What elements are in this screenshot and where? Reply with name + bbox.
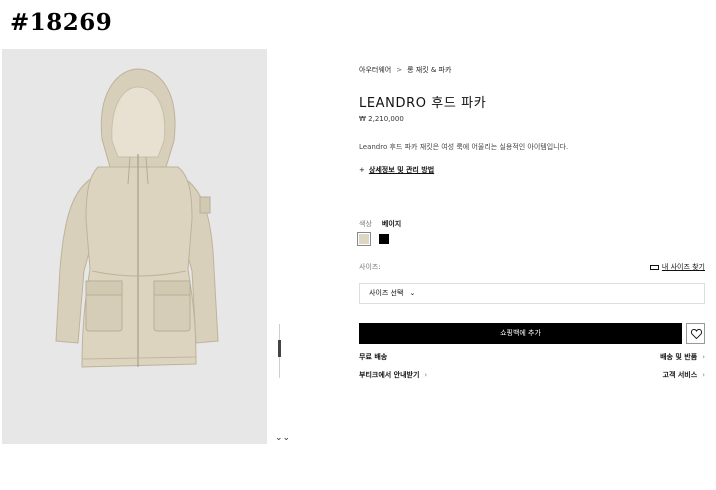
listing-tag: #18269 <box>10 9 113 36</box>
heart-icon <box>691 329 702 339</box>
breadcrumb-separator: > <box>396 66 403 74</box>
parka-image <box>55 68 219 368</box>
size-label: 사이즈: <box>359 263 381 271</box>
color-label-row: 색상 베이지 <box>359 219 401 229</box>
color-label: 색상 <box>359 220 372 228</box>
wishlist-button[interactable] <box>686 323 705 344</box>
details-care-link[interactable]: + 상세정보 및 관리 방법 <box>359 165 434 175</box>
shipping-returns-link[interactable]: 배송 및 반품 › <box>660 352 705 362</box>
ruler-icon <box>649 264 659 270</box>
chevron-right-icon: › <box>702 371 705 379</box>
plus-icon: + <box>359 166 365 174</box>
size-select[interactable]: 사이즈 선택 ⌄ <box>359 283 705 304</box>
size-guide-label: 내 사이즈 찾기 <box>661 263 705 271</box>
product-description: Leandro 후드 파카 재킷은 여성 룩에 어울리는 실용적인 아이템입니다… <box>359 143 569 151</box>
chevron-down-icon: ⌄ <box>409 289 416 297</box>
product-price: ₩ 2,210,000 <box>359 115 404 123</box>
free-shipping-text: 무료 배송 <box>359 353 388 361</box>
details-care-label: 상세정보 및 관리 방법 <box>368 166 435 174</box>
product-image[interactable] <box>2 49 267 444</box>
shipping-returns-label: 배송 및 반품 <box>660 353 698 361</box>
swatch-black[interactable] <box>379 234 389 244</box>
swatch-beige[interactable] <box>357 232 371 246</box>
chevron-right-icon: › <box>424 371 428 379</box>
boutique-guide-link[interactable]: 부티크에서 안내받기 › <box>359 370 427 380</box>
gallery-scrollbar-thumb[interactable] <box>278 340 281 357</box>
color-selected: 베이지 <box>381 220 402 228</box>
breadcrumb-long-jackets[interactable]: 롱 재킷 & 파카 <box>407 66 451 74</box>
customer-service-link[interactable]: 고객 서비스 › <box>663 370 705 380</box>
add-to-bag-button[interactable]: 쇼핑백에 추가 <box>359 323 682 344</box>
breadcrumb-outerwear[interactable]: 아우터웨어 <box>359 66 391 74</box>
breadcrumb: 아우터웨어 > 롱 재킷 & 파카 <box>359 65 451 75</box>
customer-service-label: 고객 서비스 <box>662 371 698 379</box>
double-chevron-down-icon[interactable]: ⌄⌄ <box>275 432 290 444</box>
boutique-guide-label: 부티크에서 안내받기 <box>359 371 420 379</box>
product-title: LEANDRO 후드 파카 <box>359 96 487 111</box>
chevron-right-icon: › <box>702 353 705 361</box>
size-select-value: 사이즈 선택 <box>369 289 404 297</box>
size-guide-link[interactable]: 내 사이즈 찾기 <box>649 262 705 272</box>
